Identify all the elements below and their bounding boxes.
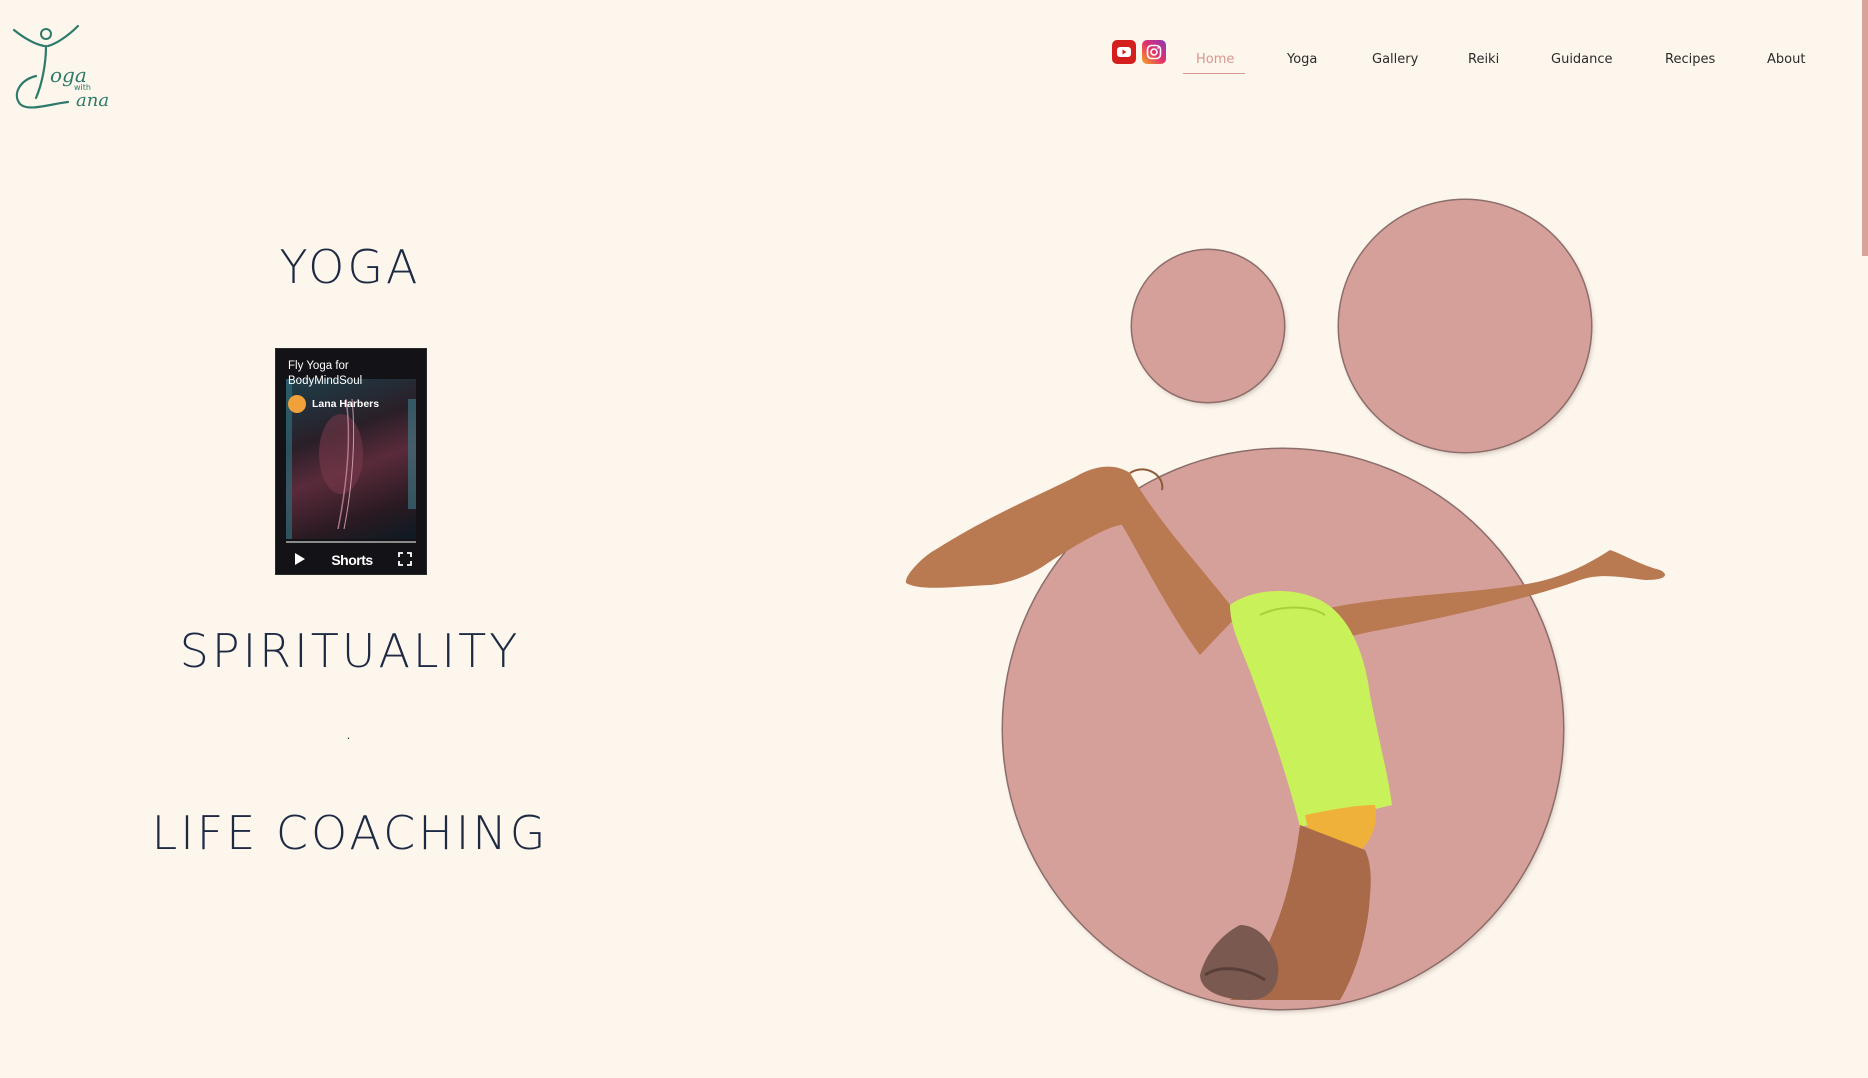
yoga-pose-image [905,466,1665,1000]
heading-life-coaching: LIFE COACHING [151,806,549,860]
nav-guidance[interactable]: Guidance [1551,52,1613,67]
nav-yoga[interactable]: Yoga [1287,52,1317,67]
page: oga with ana Home Yoga Gallery Reiki Gui… [0,0,1868,1078]
nav-reiki[interactable]: Reiki [1468,52,1499,67]
scrollbar-thumb[interactable] [1862,0,1868,256]
decor-circle-small [1132,250,1284,402]
video-title: Fly Yoga for BodyMindSoul [288,360,363,387]
nav-home[interactable]: Home [1196,52,1234,67]
video-progress-bar[interactable] [286,541,416,543]
heading-yoga: YOGA [279,240,421,294]
video-controls: Shorts [276,546,426,574]
nav-active-underline [1183,73,1245,74]
logo-graphic: oga with ana [12,24,109,111]
nav-recipes[interactable]: Recipes [1665,52,1715,67]
fullscreen-icon[interactable] [398,551,412,570]
logo-text-name: ana [76,90,109,111]
heading-separator: . [345,720,355,745]
logo[interactable]: oga with ana [10,24,120,114]
play-icon[interactable] [294,551,306,570]
heading-spirituality: SPIRITUALITY [179,624,521,678]
social-links [1112,40,1166,64]
decor-circle-medium [1339,200,1591,452]
scrollbar-track[interactable] [1862,0,1868,1078]
nav-about[interactable]: About [1767,52,1805,67]
shorts-label[interactable]: Shorts [331,552,373,568]
channel-name: Lana Harbers [312,398,380,410]
instagram-icon[interactable] [1142,40,1166,64]
video-channel[interactable]: Lana Harbers [288,395,379,413]
channel-avatar [288,395,306,413]
nav-gallery[interactable]: Gallery [1372,52,1418,67]
video-player[interactable]: Fly Yoga for BodyMindSoul Lana Harbers S… [275,348,427,575]
youtube-icon[interactable] [1112,40,1136,64]
